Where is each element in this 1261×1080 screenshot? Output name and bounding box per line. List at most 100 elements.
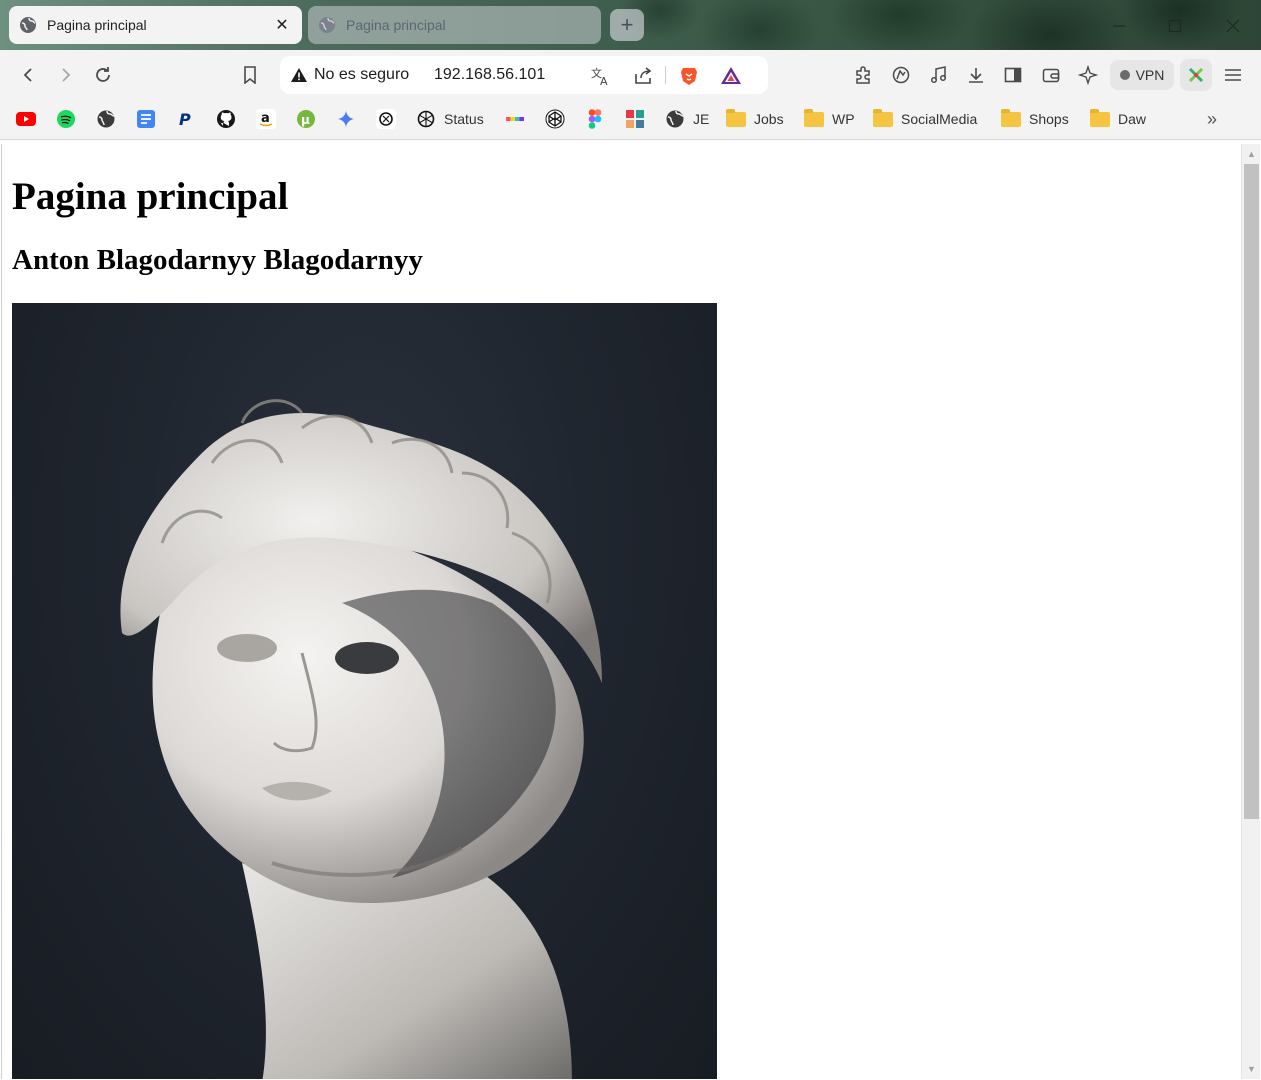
reload-button[interactable] <box>91 63 115 87</box>
forward-button[interactable] <box>53 63 77 87</box>
scroll-down-arrow-icon[interactable]: ▼ <box>1242 1061 1261 1077</box>
bookmark-folder-jobs[interactable]: Jobs <box>726 108 784 130</box>
brave-shields-icon[interactable] <box>678 65 700 87</box>
bookmark-label: SocialMedia <box>901 111 978 127</box>
globe-icon <box>96 109 116 129</box>
bookmark-amazon[interactable]: a <box>256 108 276 130</box>
amazon-icon: a <box>256 109 276 129</box>
music-icon[interactable] <box>926 63 950 87</box>
folder-icon <box>873 108 893 129</box>
brave-rewards-icon[interactable] <box>720 65 742 87</box>
bookmark-icon[interactable] <box>238 63 262 87</box>
bookmark-label: Jobs <box>754 111 784 127</box>
translate-icon[interactable]: 文A <box>590 65 612 87</box>
back-button[interactable] <box>17 63 41 87</box>
bookmark-gemini[interactable] <box>336 108 356 130</box>
bookmarks-overflow-button[interactable]: » <box>1207 108 1217 130</box>
extensions-icon[interactable] <box>851 63 875 87</box>
bookmark-globe[interactable] <box>96 108 116 130</box>
globe-icon <box>318 16 336 34</box>
bookmark-folder-daw[interactable]: Daw <box>1090 108 1146 130</box>
url-text[interactable]: 192.168.56.101 <box>434 66 574 84</box>
bookmarks-bar: P a µ Status JE Jobs WP SocialMedia Shop… <box>0 100 1261 140</box>
vpn-label: VPN <box>1135 67 1165 83</box>
ai-sparkle-icon[interactable] <box>1076 63 1100 87</box>
page-title: Pagina principal <box>12 175 289 218</box>
menu-icon[interactable] <box>1221 63 1245 87</box>
bookmark-je[interactable]: JE <box>665 108 709 130</box>
svg-text:A: A <box>600 75 608 87</box>
chatgpt-icon <box>376 109 396 129</box>
globe-icon <box>19 16 37 34</box>
download-icon[interactable] <box>964 63 988 87</box>
extension-x-icon[interactable] <box>1180 59 1212 91</box>
bookmark-label: Status <box>444 111 484 127</box>
close-tab-icon[interactable]: ✕ <box>272 15 292 35</box>
page-viewport: Pagina principal Anton Blagodarnyy Blago… <box>1 144 1241 1079</box>
author-heading: Anton Blagodarnyy Blagodarnyy <box>12 244 423 276</box>
wallet-icon[interactable] <box>1039 63 1063 87</box>
sidebar-icon[interactable] <box>1001 63 1025 87</box>
scrollbar-thumb[interactable] <box>1244 164 1259 819</box>
tab-inactive[interactable]: Pagina principal <box>308 6 601 44</box>
youtube-icon <box>16 109 36 129</box>
bookmark-github[interactable] <box>216 108 236 130</box>
security-label[interactable]: No es seguro <box>314 66 410 84</box>
vertical-scrollbar[interactable]: ▲ ▼ <box>1241 144 1260 1079</box>
folder-icon <box>726 108 746 129</box>
bookmark-label: JE <box>693 111 710 127</box>
share-icon[interactable] <box>632 65 654 87</box>
gemini-icon <box>336 109 356 129</box>
utorrent-icon: µ <box>296 109 316 129</box>
bookmark-figma[interactable] <box>585 108 605 130</box>
bookmark-label: Shops <box>1029 111 1069 127</box>
bookmark-colorful[interactable] <box>625 108 645 130</box>
bookmark-label: Daw <box>1118 111 1147 127</box>
warning-icon[interactable] <box>290 66 308 84</box>
colorbar-icon <box>505 109 525 129</box>
maximize-button[interactable] <box>1161 12 1189 40</box>
bookmark-folder-shops[interactable]: Shops <box>1001 108 1069 130</box>
bookmark-folder-socialmedia[interactable]: SocialMedia <box>873 108 977 130</box>
url-separator <box>665 66 666 84</box>
tab-label: Pagina principal <box>47 17 147 33</box>
paypal-icon: P <box>176 109 196 129</box>
spotify-icon <box>56 109 76 129</box>
docs-icon <box>136 109 156 129</box>
svg-text:P: P <box>179 110 191 129</box>
tab-label: Pagina principal <box>346 17 446 33</box>
title-bar: Pagina principal ✕ Pagina principal + <box>0 0 1261 50</box>
openai-icon <box>416 109 436 129</box>
scroll-up-arrow-icon[interactable]: ▲ <box>1242 146 1261 162</box>
bookmark-chatgpt[interactable] <box>376 108 396 130</box>
folder-icon <box>804 108 824 129</box>
bookmark-youtube[interactable] <box>16 108 36 130</box>
codepen-icon <box>545 109 565 129</box>
bookmark-folder-wp[interactable]: WP <box>804 108 855 130</box>
puzzle-color-icon <box>625 109 645 129</box>
navigation-toolbar: No es seguro 192.168.56.101 文A VPN <box>0 50 1261 100</box>
bookmark-paypal[interactable]: P <box>176 108 196 130</box>
vpn-status-icon <box>1119 70 1130 80</box>
statue-bust-image <box>12 303 717 1079</box>
globe-icon <box>665 109 685 129</box>
bookmark-spotify[interactable] <box>56 108 76 130</box>
minimize-button[interactable] <box>1105 12 1133 40</box>
svg-text:µ: µ <box>301 113 310 127</box>
address-bar[interactable]: No es seguro 192.168.56.101 文A <box>280 56 768 94</box>
bookmark-openai-status[interactable]: Status <box>416 108 484 130</box>
bookmark-colorbar[interactable] <box>505 108 525 130</box>
bookmark-docs[interactable] <box>136 108 156 130</box>
tab-active[interactable]: Pagina principal ✕ <box>9 6 302 44</box>
figma-icon <box>585 109 605 129</box>
bookmark-utorrent[interactable]: µ <box>296 108 316 130</box>
folder-icon <box>1090 108 1110 129</box>
close-window-button[interactable] <box>1219 12 1247 40</box>
svg-text:a: a <box>261 111 270 126</box>
new-tab-button[interactable]: + <box>610 9 644 41</box>
vpn-button[interactable]: VPN <box>1110 60 1174 90</box>
leo-icon[interactable] <box>889 63 913 87</box>
bookmark-label: WP <box>832 111 855 127</box>
github-icon <box>216 109 236 129</box>
bookmark-codepen[interactable] <box>545 108 565 130</box>
